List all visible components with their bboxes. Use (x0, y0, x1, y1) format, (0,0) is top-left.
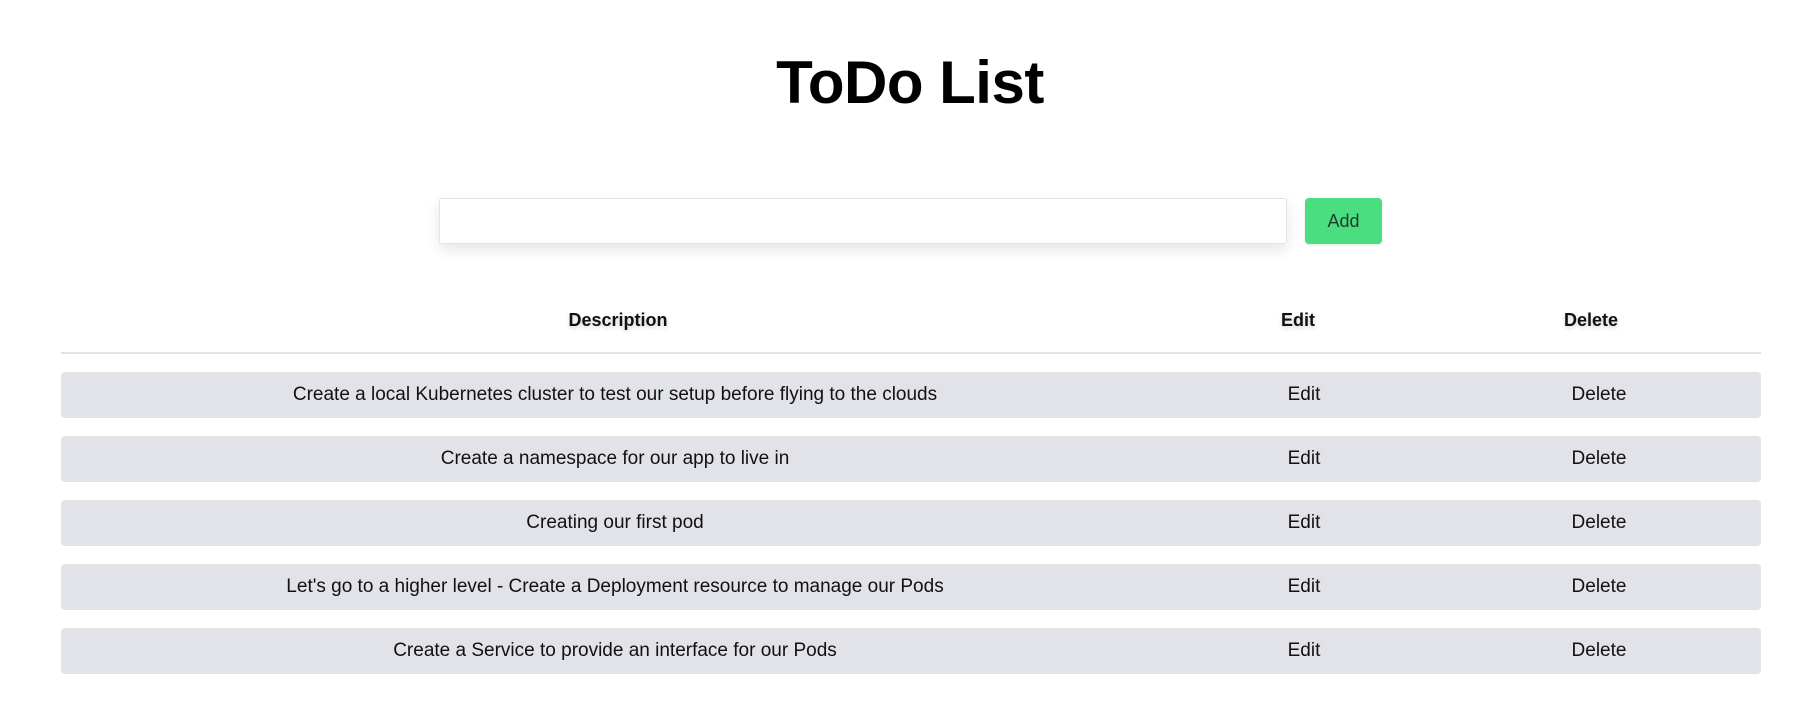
todo-table: Description Edit Delete Create a local K… (61, 298, 1761, 674)
delete-button[interactable]: Delete (1572, 500, 1627, 546)
table-row: Create a Service to provide an interface… (61, 628, 1761, 674)
edit-button[interactable]: Edit (1288, 372, 1321, 418)
add-button[interactable]: Add (1305, 198, 1382, 244)
delete-button[interactable]: Delete (1572, 372, 1627, 418)
table-row: Let's go to a higher level - Create a De… (61, 564, 1761, 610)
table-header: Description Edit Delete (61, 298, 1761, 354)
delete-button[interactable]: Delete (1572, 628, 1627, 674)
column-header-delete: Delete (1563, 310, 1619, 330)
column-header-edit: Edit (1281, 310, 1315, 330)
todo-description: Create a namespace for our app to live i… (440, 448, 790, 469)
todo-description: Create a local Kubernetes cluster to tes… (292, 384, 938, 405)
column-header-description: Description (568, 310, 668, 330)
edit-button[interactable]: Edit (1288, 628, 1321, 674)
page-title: ToDo List (776, 49, 1044, 116)
edit-button[interactable]: Edit (1288, 436, 1321, 482)
todo-description: Create a Service to provide an interface… (393, 640, 837, 661)
todo-description: Creating our first pod (526, 512, 704, 533)
page: ToDo List Add Description Edit Delete Cr… (0, 0, 1820, 716)
add-todo-form: Add (439, 198, 1382, 244)
table-row: Create a namespace for our app to live i… (61, 436, 1761, 482)
edit-button[interactable]: Edit (1288, 564, 1321, 610)
todo-input[interactable] (439, 198, 1287, 244)
table-row: Creating our first pod Edit Delete (61, 500, 1761, 546)
delete-button[interactable]: Delete (1572, 436, 1627, 482)
delete-button[interactable]: Delete (1572, 564, 1627, 610)
table-row: Create a local Kubernetes cluster to tes… (61, 372, 1761, 418)
edit-button[interactable]: Edit (1288, 500, 1321, 546)
todo-description: Let's go to a higher level - Create a De… (286, 576, 944, 597)
